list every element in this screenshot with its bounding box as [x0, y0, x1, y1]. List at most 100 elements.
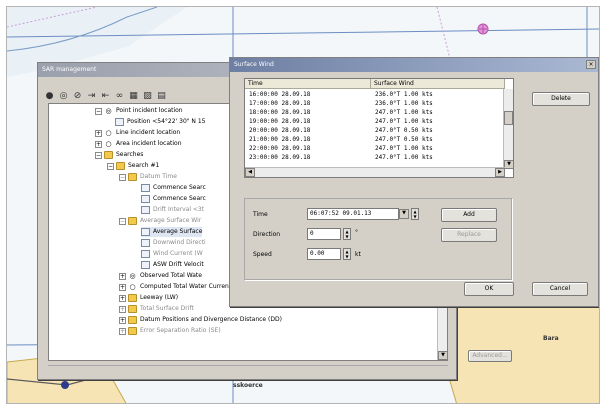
tree-node-avg-surface-selected[interactable]: Average Surface: [141, 227, 203, 237]
table-vertical-scrollbar[interactable]: ▼: [503, 89, 513, 169]
table-cell-time[interactable]: 18:00:00 28.09.18: [249, 108, 310, 117]
scroll-thumb[interactable]: [504, 111, 513, 125]
chart-place-label: Bara: [543, 335, 559, 342]
tree-node-avg-surface-wind[interactable]: − Average Surface Wir: [119, 216, 201, 226]
expand-icon[interactable]: +: [119, 283, 126, 291]
ok-button[interactable]: OK: [464, 282, 514, 296]
tree-node-downwind[interactable]: Downwind Directi: [141, 238, 206, 248]
expand-icon[interactable]: +: [119, 316, 126, 324]
chart-icon[interactable]: ▨: [142, 91, 153, 102]
table-cell-time[interactable]: 17:00:00 28.09.18: [249, 99, 310, 108]
tree-node-position[interactable]: Position <54°22' 30" N 15: [115, 117, 205, 127]
tree-node-observed[interactable]: + ◎ Observed Total Wate: [119, 271, 202, 281]
tree-node-searches[interactable]: − Searches: [95, 150, 143, 160]
surface-wind-dialog[interactable]: Surface Wind × Time Surface Wind 16:00:0…: [229, 57, 599, 307]
wind-table[interactable]: Time Surface Wind 16:00:00 28.09.18 236.…: [244, 78, 514, 178]
expand-icon[interactable]: +: [119, 294, 126, 302]
folder-icon: [128, 173, 137, 181]
table-cell-time[interactable]: 20:00:00 28.09.18: [249, 126, 310, 135]
table-cell-wind[interactable]: 247.0°T 1.00 kts: [375, 117, 433, 126]
time-input[interactable]: 06:07:52 09.01.13: [307, 208, 399, 220]
scroll-right-icon[interactable]: ▶: [495, 168, 505, 177]
tree-node-line-incident[interactable]: + ○ Line incident location: [95, 128, 180, 138]
close-icon[interactable]: ×: [586, 60, 596, 69]
tree-node-search1[interactable]: − Search #1: [107, 161, 159, 171]
table-cell-wind[interactable]: 247.0°T 1.00 kts: [375, 108, 433, 117]
export-icon[interactable]: ⇤: [100, 91, 111, 102]
dropdown-arrow-icon[interactable]: ▼: [399, 209, 409, 219]
advanced-button[interactable]: Advanced...: [468, 350, 512, 362]
screenshot-frame: Bara sskoerce SAR management ● ◎ ⊘ ⇥ ⇤ ∞ ▦ ▨ ▤ −…: [6, 6, 600, 404]
table-cell-wind[interactable]: 236.0°T 1.00 kts: [375, 99, 433, 108]
table-cell-time[interactable]: 21:00:00 28.09.18: [249, 135, 310, 144]
folder-icon: [128, 305, 137, 313]
folder-icon: [104, 151, 113, 159]
collapse-icon[interactable]: −: [119, 173, 126, 181]
collapse-icon[interactable]: −: [119, 217, 126, 225]
target-icon: ◎: [105, 107, 112, 115]
grid-icon: [141, 250, 150, 258]
expand-icon[interactable]: +: [95, 140, 102, 148]
speed-spinner[interactable]: ▲ ▼: [343, 248, 351, 260]
collapse-icon[interactable]: −: [107, 162, 114, 170]
surface-wind-title: Surface Wind: [230, 58, 598, 72]
tree-node-commence-1[interactable]: Commence Searc: [141, 183, 206, 193]
tree-node-wind-current[interactable]: Wind Current (W: [141, 249, 203, 259]
tree-node-leeway[interactable]: + Leeway (LW): [119, 293, 178, 303]
tree-node-point-incident[interactable]: − ◎ Point incident location: [95, 106, 183, 116]
folder-icon: [128, 327, 137, 335]
grid-icon: [141, 239, 150, 247]
time-spinner[interactable]: ▲ ▼: [411, 208, 419, 220]
expand-icon[interactable]: +: [95, 129, 102, 137]
table-cell-time[interactable]: 22:00:00 28.09.18: [249, 144, 310, 153]
table-horizontal-scrollbar[interactable]: ◀ ▶: [245, 167, 505, 177]
cancel-icon[interactable]: ⊘: [72, 91, 83, 102]
table-cell-wind[interactable]: 247.0°T 0.50 kts: [375, 135, 433, 144]
document-icon: [115, 118, 124, 126]
tree-node-asw-drift[interactable]: ASW Drift Velocit: [141, 260, 204, 270]
chart-place-label: sskoerce: [233, 382, 263, 389]
delete-button[interactable]: Delete: [532, 92, 590, 106]
table-icon[interactable]: ▦: [128, 91, 139, 102]
calendar-icon[interactable]: ▤: [156, 91, 167, 102]
tree-node-error-ratio[interactable]: + Error Separation Ratio (SE): [119, 326, 221, 336]
expand-icon[interactable]: +: [119, 305, 126, 313]
tree-node-commence-2[interactable]: Commence Searc: [141, 194, 206, 204]
tree-node-drift-interval[interactable]: Drift Interval <3t: [141, 205, 204, 215]
table-cell-time[interactable]: 19:00:00 28.09.18: [249, 117, 310, 126]
collapse-icon[interactable]: −: [95, 107, 102, 115]
target-icon[interactable]: ◎: [58, 91, 69, 102]
direction-spinner[interactable]: ▲ ▼: [343, 228, 351, 240]
column-header-time[interactable]: Time: [245, 79, 371, 89]
circle-icon: ○: [105, 129, 112, 137]
table-cell-wind[interactable]: 247.0°T 1.00 kts: [375, 153, 433, 162]
table-cell-time[interactable]: 23:00:00 28.09.18: [249, 153, 310, 162]
tree-node-area-incident[interactable]: + ○ Area incident location: [95, 139, 182, 149]
table-cell-time[interactable]: 16:00:00 28.09.18: [249, 90, 310, 99]
circle-icon: ○: [105, 140, 112, 148]
tree-node-total-surface-drift[interactable]: + Total Surface Drift: [119, 304, 194, 314]
scroll-down-icon[interactable]: ▼: [438, 351, 447, 360]
circle-filled-icon[interactable]: ●: [44, 91, 55, 102]
scroll-left-icon[interactable]: ◀: [245, 168, 255, 177]
tree-node-computed[interactable]: + ○ Computed Total Water Current: [119, 282, 231, 292]
table-cell-wind[interactable]: 236.0°T 1.00 kts: [375, 90, 433, 99]
replace-button[interactable]: Replace: [441, 228, 497, 242]
cancel-button[interactable]: Cancel: [532, 282, 588, 296]
speed-input[interactable]: 0.00: [307, 248, 341, 260]
tree-node-datum-positions[interactable]: + Datum Positions and Divergence Distance…: [119, 315, 282, 325]
chart-vessel-marker[interactable]: [61, 381, 69, 389]
direction-input[interactable]: 0: [307, 228, 341, 240]
column-header-surface-wind[interactable]: Surface Wind: [371, 79, 505, 89]
scroll-down-icon[interactable]: ▼: [504, 160, 513, 169]
expand-icon[interactable]: +: [119, 272, 126, 280]
table-cell-wind[interactable]: 247.0°T 0.50 kts: [375, 126, 433, 135]
add-button[interactable]: Add: [441, 208, 497, 222]
grid-icon: [141, 184, 150, 192]
table-cell-wind[interactable]: 247.0°T 1.00 kts: [375, 144, 433, 153]
expand-icon[interactable]: +: [119, 327, 126, 335]
binoculars-icon[interactable]: ∞: [114, 91, 125, 102]
import-icon[interactable]: ⇥: [86, 91, 97, 102]
tree-node-datum-time[interactable]: − Datum Time: [119, 172, 177, 182]
collapse-icon[interactable]: −: [95, 151, 102, 159]
